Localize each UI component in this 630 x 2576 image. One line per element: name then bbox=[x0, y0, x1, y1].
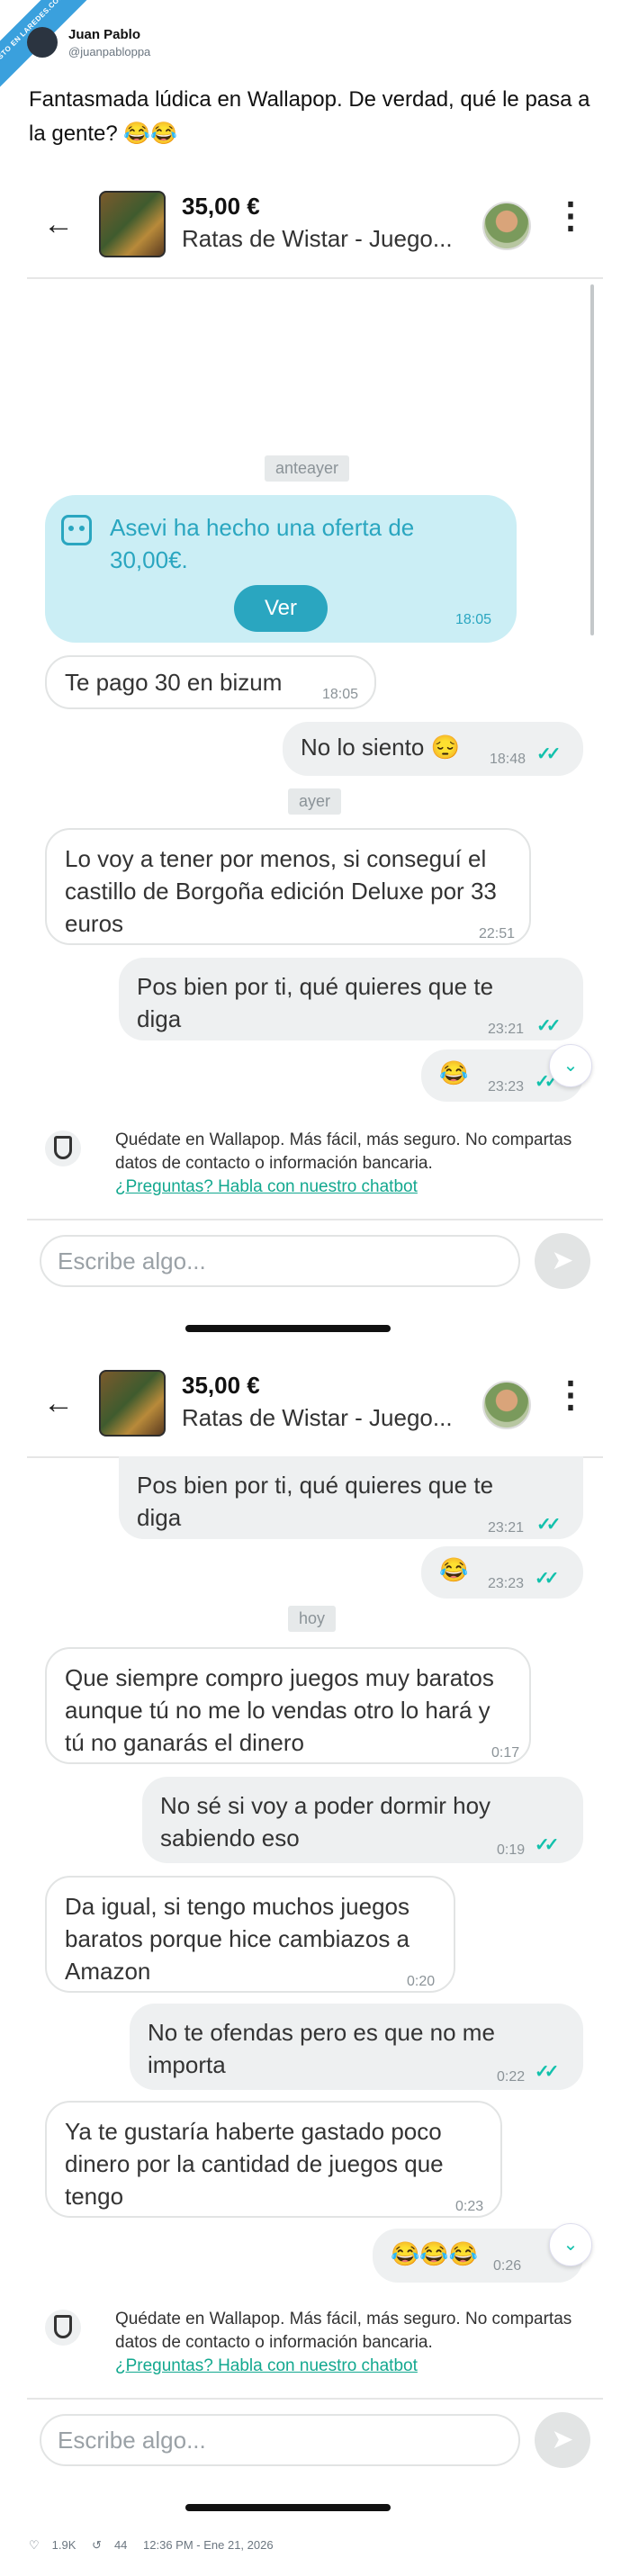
message-time: 18:48 bbox=[490, 752, 526, 767]
message-received: Que siempre compro juegos muy baratos au… bbox=[45, 1647, 531, 1764]
message-text: 😂 bbox=[439, 1059, 469, 1086]
read-ticks-icon: ✓✓ bbox=[535, 1835, 559, 1855]
chatbot-link[interactable]: ¿Preguntas? Habla con nuestro chatbot bbox=[115, 1177, 418, 1196]
message-time: 0:20 bbox=[407, 1974, 436, 1989]
shield-icon bbox=[45, 2310, 81, 2346]
message-text: No te ofendas pero es que no me importa bbox=[148, 2019, 495, 2078]
safety-text: Quédate en Wallapop. Más fácil, más segu… bbox=[115, 2310, 572, 2352]
message-text: Que siempre compro juegos muy baratos au… bbox=[65, 1664, 494, 1756]
message-text: No sé si voy a poder dormir hoy sabiendo… bbox=[160, 1792, 491, 1851]
offer-text: Asevi ha hecho una oferta de 30,00€. bbox=[110, 514, 415, 573]
composer: Escribe algo... ➤ bbox=[27, 2409, 603, 2472]
message-text: Pos bien por ti, qué quieres que te diga bbox=[137, 1472, 494, 1531]
send-icon[interactable]: ➤ bbox=[535, 2412, 590, 2468]
view-offer-button[interactable]: Ver bbox=[234, 585, 328, 632]
author-handle[interactable]: @juanpabloppa bbox=[68, 45, 150, 59]
message-time: 18:05 bbox=[455, 612, 492, 627]
read-ticks-icon: ✓✓ bbox=[536, 1515, 561, 1535]
retweet-icon[interactable]: ↺ bbox=[92, 2538, 102, 2552]
screenshot-2: ← 35,00 € Ratas de Wistar - Juego... ⋮ P… bbox=[27, 1350, 603, 2511]
tweet-footer: ♡ 1.9K ↺ 44 12:36 PM - Ene 21, 2026 bbox=[29, 2538, 286, 2553]
message-time: 23:21 bbox=[488, 1520, 525, 1536]
read-ticks-icon: ✓✓ bbox=[536, 744, 561, 764]
message-received: Ya te gustaría haberte gastado poco dine… bbox=[45, 2101, 502, 2218]
message-sent: No sé si voy a poder dormir hoy sabiendo… bbox=[142, 1777, 583, 1863]
message-text: Lo voy a tener por menos, si conseguí el… bbox=[65, 845, 497, 937]
chatbot-link[interactable]: ¿Preguntas? Habla con nuestro chatbot bbox=[115, 2356, 418, 2375]
page: VISTO EN LAREDES.COM Juan Pablo @juanpab… bbox=[0, 0, 630, 2576]
read-ticks-icon: ✓✓ bbox=[535, 2062, 559, 2082]
message-time: 0:22 bbox=[497, 2069, 526, 2085]
tweet-text: Fantasmada lúdica en Wallapop. De verdad… bbox=[29, 87, 590, 146]
chat-area: anteayer Asevi ha hecho una oferta de 30… bbox=[27, 171, 603, 1143]
shield-icon bbox=[45, 1130, 81, 1166]
tweet-date: 12:36 PM - Ene 21, 2026 bbox=[143, 2538, 274, 2552]
safety-text: Quédate en Wallapop. Más fácil, más segu… bbox=[115, 1130, 572, 1173]
read-ticks-icon: ✓✓ bbox=[536, 1016, 561, 1036]
message-text: Da igual, si tengo muchos juegos baratos… bbox=[65, 1893, 410, 1985]
message-sent: Pos bien por ti, qué quieres que te diga… bbox=[119, 1456, 583, 1539]
message-sent: No lo siento 😔 18:48 ✓✓ bbox=[283, 722, 583, 776]
message-text: 😂 bbox=[439, 1556, 469, 1583]
message-input[interactable]: Escribe algo... bbox=[40, 1235, 520, 1287]
message-time: 0:23 bbox=[455, 2199, 484, 2214]
message-sent: 😂 23:23 ✓✓ bbox=[421, 1546, 583, 1599]
message-time: 0:17 bbox=[491, 1745, 520, 1761]
retweet-count: 44 bbox=[113, 2538, 128, 2552]
day-label: anteayer bbox=[265, 455, 350, 482]
message-text: Te pago 30 en bizum bbox=[65, 669, 283, 696]
message-input[interactable]: Escribe algo... bbox=[40, 2414, 520, 2466]
day-label: ayer bbox=[288, 788, 342, 815]
message-time: 23:21 bbox=[488, 1022, 525, 1037]
message-text: No lo siento 😔 bbox=[301, 734, 460, 761]
safety-notice: Quédate en Wallapop. Más fácil, más segu… bbox=[27, 1121, 603, 1220]
message-sent: Pos bien por ti, qué quieres que te diga… bbox=[119, 958, 583, 1040]
message-text: Ya te gustaría haberte gastado poco dine… bbox=[65, 2118, 444, 2210]
safety-notice: Quédate en Wallapop. Más fácil, más segu… bbox=[27, 2301, 603, 2400]
screenshot-1: ← 35,00 € Ratas de Wistar - Juego... ⋮ a… bbox=[27, 171, 603, 1332]
robot-icon bbox=[61, 515, 92, 545]
message-text: 😂😂😂 bbox=[391, 2240, 479, 2267]
message-time: 23:23 bbox=[488, 1079, 525, 1094]
offer-card: Asevi ha hecho una oferta de 30,00€. Ver… bbox=[45, 495, 517, 643]
message-time: 23:23 bbox=[488, 1576, 525, 1591]
day-label: hoy bbox=[288, 1606, 337, 1632]
message-received: Te pago 30 en bizum 18:05 bbox=[45, 655, 376, 709]
message-received: Da igual, si tengo muchos juegos baratos… bbox=[45, 1876, 455, 1993]
message-time: 18:05 bbox=[322, 687, 359, 702]
composer: Escribe algo... ➤ bbox=[27, 1229, 603, 1293]
message-received: Lo voy a tener por menos, si conseguí el… bbox=[45, 828, 531, 945]
scroll-down-button[interactable]: ⌄ bbox=[549, 1044, 592, 1087]
message-time: 22:51 bbox=[479, 926, 516, 941]
read-ticks-icon: ✓✓ bbox=[535, 1569, 559, 1589]
home-indicator bbox=[185, 1325, 391, 1332]
message-sent: No te ofendas pero es que no me importa … bbox=[130, 2004, 583, 2090]
author-name[interactable]: Juan Pablo bbox=[68, 27, 140, 42]
home-indicator bbox=[185, 2504, 391, 2511]
message-text: Pos bien por ti, qué quieres que te diga bbox=[137, 973, 494, 1032]
author-avatar[interactable] bbox=[27, 27, 58, 58]
send-icon[interactable]: ➤ bbox=[535, 1233, 590, 1289]
message-time: 0:19 bbox=[497, 1842, 526, 1858]
message-time: 0:26 bbox=[493, 2258, 522, 2274]
heart-icon[interactable]: ♡ bbox=[29, 2538, 40, 2552]
like-count: 1.9K bbox=[51, 2538, 76, 2552]
scroll-down-button[interactable]: ⌄ bbox=[549, 2223, 592, 2266]
chat-area: Pos bien por ti, qué quieres que te diga… bbox=[27, 1350, 603, 2322]
